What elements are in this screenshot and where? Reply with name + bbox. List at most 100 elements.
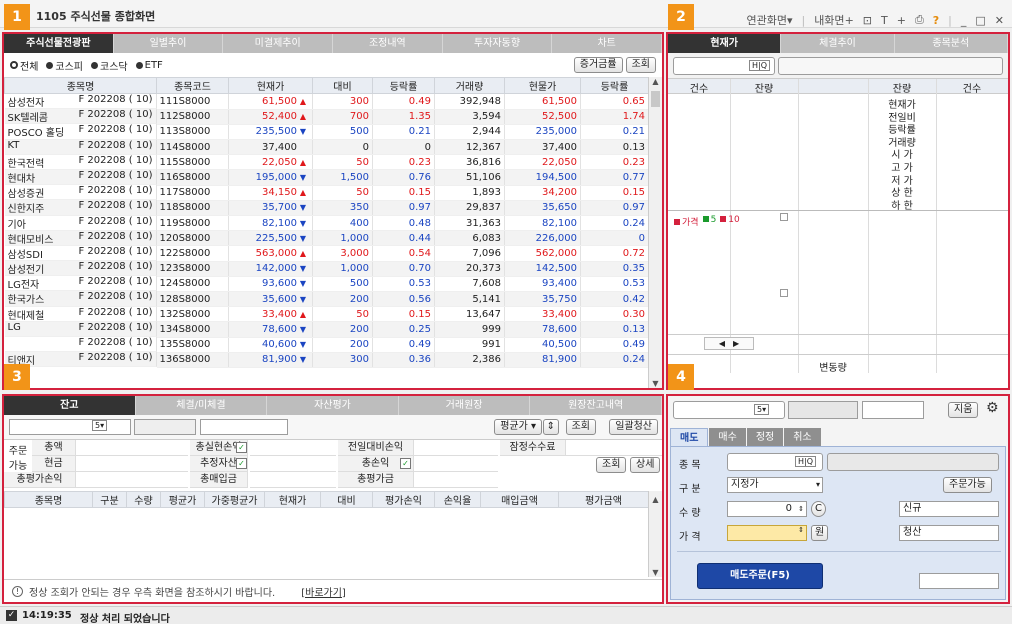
password-input[interactable] — [200, 419, 288, 435]
dropdown-check-icon[interactable]: ✓ — [236, 442, 247, 453]
filter-radio-2[interactable]: 코스닥 — [91, 58, 128, 73]
sort-stepper-icon[interactable]: ⇕ — [542, 419, 559, 435]
font-icon[interactable]: T — [881, 14, 888, 27]
balance-col-header[interactable]: 매입금액 — [480, 491, 559, 508]
close-icon[interactable]: ✕ — [995, 14, 1004, 27]
scroll-down-icon[interactable]: ▼ — [649, 379, 662, 388]
order-type-select[interactable]: 지정가 ▾ — [727, 477, 823, 493]
order-tab-3[interactable]: 취소 — [784, 428, 821, 448]
plus-icon[interactable]: + — [897, 14, 906, 27]
table-row[interactable]: 티앤지 F 202208 ( 10) 136S8000 81,900 ▼ 300 0.36 2… — [4, 352, 648, 368]
my-screens-menu[interactable]: 내화면+ — [814, 12, 854, 28]
sell-order-button[interactable]: 매도주문(F5) — [697, 563, 823, 589]
dropdown-check-icon[interactable]: ✓ — [236, 458, 247, 469]
summary-query-button[interactable]: 조회 — [596, 457, 627, 473]
table-row[interactable]: 기아 F 202208 ( 10) 119S8000 82,100 ▼ 400 0.48 31… — [4, 215, 648, 232]
print-icon[interactable]: ⎙ — [915, 13, 924, 27]
orderbook-symbol-input[interactable]: H|Q — [673, 56, 775, 75]
collapse-icon[interactable] — [780, 213, 788, 221]
balance-col-header[interactable]: 대비 — [320, 491, 373, 508]
col-header[interactable]: 현재가 — [228, 77, 313, 94]
filter-radio-0[interactable]: 전체 — [10, 58, 38, 73]
scroll-up-icon[interactable]: ▲ — [649, 77, 662, 86]
tab-balance-1[interactable]: 체결/미체결 — [135, 396, 268, 415]
maximize-icon[interactable]: □ — [975, 14, 985, 27]
next-icon[interactable]: ▶ — [733, 339, 739, 348]
tab-board-5[interactable]: 차트 — [552, 34, 662, 53]
col-header[interactable]: 현물가 — [504, 77, 581, 94]
tab-balance-4[interactable]: 원장잔고내역 — [530, 396, 662, 415]
balance-col-header[interactable]: 가중평균가 — [204, 491, 265, 508]
tab-orderbook-0[interactable]: 현재가 — [668, 34, 782, 53]
order-tab-1[interactable]: 매수 — [709, 428, 746, 448]
balance-col-header[interactable]: 수량 — [126, 491, 161, 508]
settle-all-button[interactable]: 일괄청산 — [609, 419, 658, 435]
col-header[interactable]: 거래량 — [434, 77, 505, 94]
order-price-input[interactable]: ⇕ — [727, 525, 807, 541]
table-row[interactable]: 현대제철 F 202208 ( 10) 132S8000 33,400 ▲ 50 0.15 1… — [4, 306, 648, 323]
col-header[interactable]: 종목명 — [4, 77, 157, 94]
table-row[interactable]: KT F 202208 ( 10) 114S8000 37,400 0 0 12,367 37… — [4, 139, 648, 156]
legend-item[interactable]: 가격 — [674, 215, 699, 228]
table-row[interactable]: 삼성증권 F 202208 ( 10) 117S8000 34,150 ▲ 50 0.15 1… — [4, 185, 648, 201]
settings-gear-icon[interactable]: ⚙ — [986, 400, 999, 416]
search-icon[interactable]: H|Q — [748, 59, 770, 71]
order-tab-2[interactable]: 정정 — [746, 428, 784, 448]
table-row[interactable]: 한국전력 F 202208 ( 10) 115S8000 22,050 ▲ 50 0.23 3… — [4, 154, 648, 171]
tab-balance-0[interactable]: 잔고 — [4, 396, 136, 415]
balance-col-header[interactable]: 종목명 — [4, 491, 93, 508]
linked-screens-menu[interactable]: 연관화면▾ — [746, 12, 792, 28]
table-row[interactable]: F 202208 ( 10) 135S8000 40,600 ▼ 200 0.49 991 4… — [4, 337, 648, 353]
order-account-type-icon[interactable]: 5▾ — [754, 404, 770, 415]
qty-clear-button[interactable]: C — [811, 501, 826, 517]
balance-scrollbar[interactable]: ▲ ▼ — [648, 491, 662, 577]
tab-board-4[interactable]: 투자자동향 — [442, 34, 553, 53]
balance-col-header[interactable]: 구분 — [92, 491, 127, 508]
table-row[interactable]: 현대차 F 202208 ( 10) 116S8000 195,000 ▼ 1,500 0.… — [4, 169, 648, 186]
table-row[interactable]: LG F 202208 ( 10) 134S8000 78,600 ▼ 200 0.25 99… — [4, 321, 648, 338]
balance-query-button[interactable]: 조회 — [565, 419, 596, 435]
order-search-icon[interactable]: H|Q — [795, 456, 817, 467]
tab-balance-2[interactable]: 자산평가 — [267, 396, 399, 415]
dropdown-check-icon[interactable]: ✓ — [400, 458, 411, 469]
tab-balance-3[interactable]: 거래원장 — [398, 396, 531, 415]
order-tab-0[interactable]: 매도 — [670, 428, 709, 448]
query-button[interactable]: 조회 — [625, 57, 656, 73]
order-qty-input[interactable]: 0 ⇕ — [727, 501, 807, 517]
legend-item[interactable]: 5 — [702, 215, 716, 228]
futures-table-scrollbar[interactable]: ▲ ▼ — [648, 77, 662, 388]
tab-board-3[interactable]: 조정내역 — [333, 34, 443, 53]
collapse-icon[interactable] — [780, 289, 788, 297]
balance-col-header[interactable]: 현재가 — [264, 491, 321, 508]
help-icon[interactable]: ? — [933, 14, 939, 27]
clear-button[interactable]: 지움 — [948, 402, 979, 418]
table-row[interactable]: 삼성전자 F 202208 ( 10) 111S8000 61,500 ▲ 300 0.49… — [4, 93, 648, 110]
minimize-icon[interactable]: _ — [961, 14, 967, 27]
prev-icon[interactable]: ◀ — [719, 339, 725, 348]
account-type-icon[interactable]: 5▾ — [92, 420, 108, 431]
orderable-button[interactable]: 주문가능 — [943, 477, 992, 493]
table-row[interactable]: SK텔레콤 F 202208 ( 10) 112S8000 52,400 ▲ 700 1.3… — [4, 109, 648, 125]
table-row[interactable]: 현대모비스 F 202208 ( 10) 120S8000 225,500 ▼ 1,000… — [4, 230, 648, 247]
table-row[interactable]: 신한지주 F 202208 ( 10) 118S8000 35,700 ▼ 350 0.97… — [4, 200, 648, 217]
tab-board-0[interactable]: 주식선물전광판 — [4, 34, 114, 53]
table-row[interactable]: 삼성전기 F 202208 ( 10) 123S8000 142,000 ▼ 1,000 0… — [4, 261, 648, 277]
col-header[interactable]: 종목코드 — [156, 77, 229, 94]
table-row[interactable]: POSCO 홀딩 F 202208 ( 10) 113S8000 235,500 ▼ 50… — [4, 124, 648, 141]
balance-col-header[interactable]: 평균가 — [160, 491, 205, 508]
monitor-icon[interactable]: ⊡ — [863, 14, 872, 27]
margin-rate-button[interactable]: 증거금률 — [573, 57, 623, 73]
col-header[interactable]: 등락률 — [372, 77, 435, 94]
account-input[interactable] — [9, 419, 131, 435]
filter-radio-3[interactable]: ETF — [135, 58, 163, 73]
shortcut-link[interactable]: [바로가기] — [301, 584, 346, 599]
tab-board-1[interactable]: 일별추이 — [113, 34, 224, 53]
table-row[interactable]: LG전자 F 202208 ( 10) 124S8000 93,600 ▼ 500 0.53… — [4, 276, 648, 292]
filter-radio-1[interactable]: 코스피 — [46, 58, 83, 73]
col-header[interactable]: 대비 — [312, 77, 373, 94]
balance-col-header[interactable]: 평가손익 — [372, 491, 435, 508]
col-header[interactable]: 등락률 — [580, 77, 648, 94]
scroll-thumb[interactable] — [651, 91, 660, 107]
table-row[interactable]: 한국가스 F 202208 ( 10) 128S8000 35,600 ▼ 200 0.56… — [4, 291, 648, 308]
order-password-input[interactable] — [862, 401, 924, 419]
